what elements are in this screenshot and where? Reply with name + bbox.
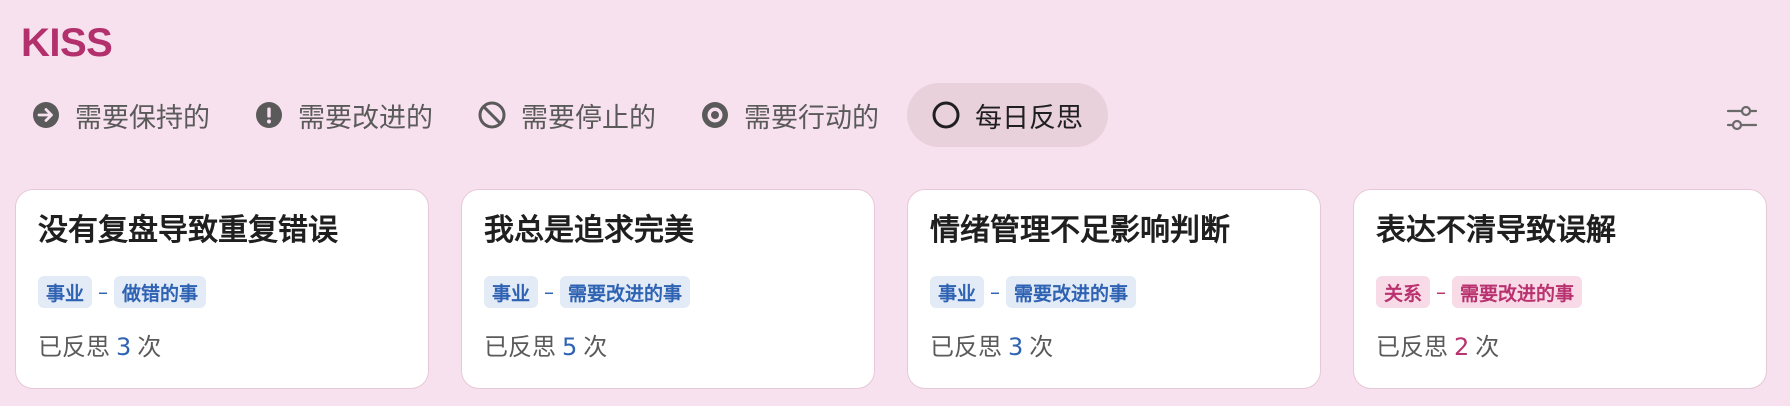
tab-daily-reflection[interactable]: 每日反思 [907, 83, 1108, 147]
category-tag: 事业 [38, 276, 93, 308]
card-title: 表达不清导致误解 [1376, 213, 1616, 248]
card-title: 我总是追求完美 [484, 213, 694, 248]
tab-label: 每日反思 [975, 102, 1083, 134]
ring-circle-icon [931, 100, 961, 130]
tab-label: 需要保持的 [75, 102, 210, 134]
subcategory-tag: 需要改进的事 [1452, 276, 1583, 308]
app-title: KISS [21, 21, 113, 65]
card-title: 没有复盘导致重复错误 [38, 213, 338, 248]
tag-separator: – [98, 280, 109, 304]
tab-improve[interactable]: 需要改进的 [238, 83, 447, 147]
reflection-card[interactable]: 表达不清导致误解 关系 – 需要改进的事 已反思 2 次 [1353, 189, 1767, 389]
reflection-count: 已反思 2 次 [1376, 330, 1499, 364]
reflection-count: 已反思 3 次 [930, 330, 1053, 364]
tab-bar: 需要保持的 需要改进的 需要停止的 需要行动的 每日反思 [15, 83, 1122, 147]
exclamation-circle-icon [254, 100, 284, 130]
tab-stop[interactable]: 需要停止的 [461, 83, 670, 147]
target-circle-icon [700, 100, 730, 130]
count-prefix: 已反思 [1376, 333, 1448, 361]
tab-label: 需要停止的 [521, 102, 656, 134]
category-tag: 事业 [930, 276, 985, 308]
subcategory-tag: 需要改进的事 [560, 276, 691, 308]
count-prefix: 已反思 [484, 333, 556, 361]
category-tag: 关系 [1376, 276, 1431, 308]
tag-separator: – [1436, 280, 1447, 304]
tag-separator: – [990, 280, 1001, 304]
category-tag: 事业 [484, 276, 539, 308]
sliders-icon [1726, 105, 1758, 131]
subcategory-tag: 需要改进的事 [1006, 276, 1137, 308]
count-suffix: 次 [583, 333, 608, 361]
subcategory-tag: 做错的事 [114, 276, 207, 308]
reflection-count: 已反思 3 次 [38, 330, 161, 364]
count-suffix: 次 [137, 333, 162, 361]
tab-label: 需要行动的 [744, 102, 879, 134]
card-tags: 事业 – 需要改进的事 [484, 276, 691, 308]
prohibited-circle-icon [477, 100, 507, 130]
card-title: 情绪管理不足影响判断 [930, 213, 1230, 248]
reflection-count: 已反思 5 次 [484, 330, 607, 364]
card-tags: 关系 – 需要改进的事 [1376, 276, 1583, 308]
count-value: 2 [1454, 333, 1470, 361]
filter-settings-button[interactable] [1726, 104, 1758, 132]
count-suffix: 次 [1475, 333, 1500, 361]
reflection-card[interactable]: 没有复盘导致重复错误 事业 – 做错的事 已反思 3 次 [15, 189, 429, 389]
tab-keep[interactable]: 需要保持的 [15, 83, 224, 147]
card-tags: 事业 – 需要改进的事 [930, 276, 1137, 308]
tag-separator: – [544, 280, 555, 304]
count-prefix: 已反思 [930, 333, 1002, 361]
count-prefix: 已反思 [38, 333, 110, 361]
arrow-right-circle-icon [31, 100, 61, 130]
count-suffix: 次 [1029, 333, 1054, 361]
reflection-card[interactable]: 情绪管理不足影响判断 事业 – 需要改进的事 已反思 3 次 [907, 189, 1321, 389]
count-value: 5 [562, 333, 578, 361]
tab-label: 需要改进的 [298, 102, 433, 134]
reflection-card[interactable]: 我总是追求完美 事业 – 需要改进的事 已反思 5 次 [461, 189, 875, 389]
count-value: 3 [1008, 333, 1024, 361]
card-tags: 事业 – 做错的事 [38, 276, 207, 308]
count-value: 3 [116, 333, 132, 361]
tab-action[interactable]: 需要行动的 [684, 83, 893, 147]
